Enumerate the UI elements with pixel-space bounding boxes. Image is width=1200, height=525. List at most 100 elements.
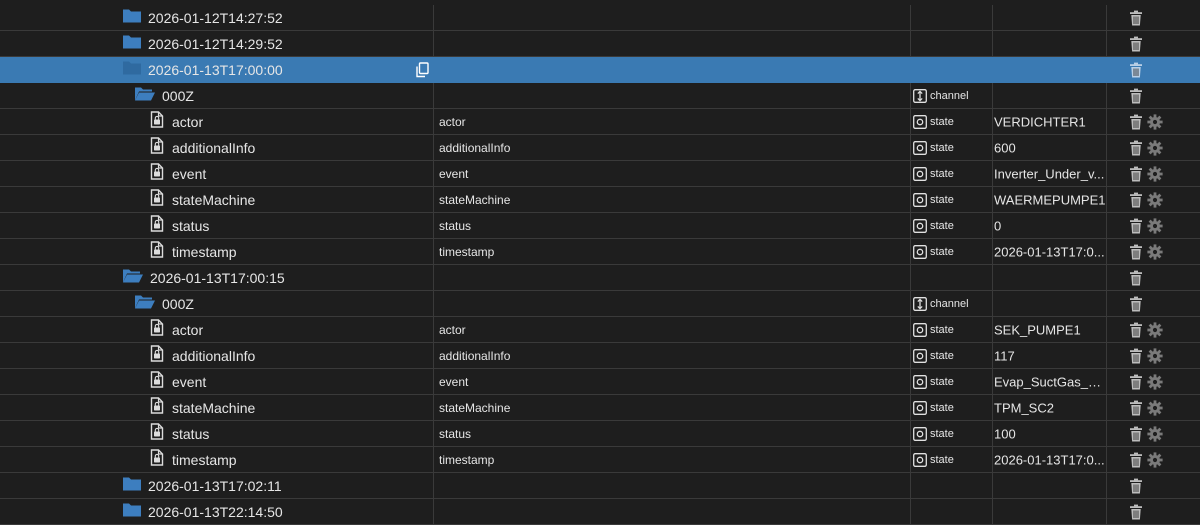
tree-row[interactable]: 2026-01-13T17:02:11 [0, 473, 1200, 499]
trash-icon[interactable] [1129, 400, 1143, 416]
actions-cell [1106, 265, 1200, 290]
name-cell: status [0, 213, 433, 238]
value-cell[interactable]: 0 [992, 213, 1106, 238]
gear-icon[interactable] [1147, 373, 1163, 390]
state-file-icon[interactable] [150, 136, 164, 159]
copy-icon[interactable] [415, 61, 429, 78]
folder-icon[interactable] [122, 7, 142, 28]
tree-row[interactable]: event event state Evap_SuctGas_T ... [0, 369, 1200, 395]
value-cell[interactable]: 2026-01-13T17:0... [992, 239, 1106, 264]
value-cell[interactable]: 2026-01-13T17:0... [992, 447, 1106, 472]
object-type: state [930, 141, 954, 154]
value-cell[interactable]: WAERMEPUMPE1 [992, 187, 1106, 212]
trash-icon[interactable] [1129, 244, 1143, 260]
gear-icon[interactable] [1147, 165, 1163, 182]
value-cell [992, 291, 1106, 316]
tree-row[interactable]: additionalInfo additionalInfo state 117 [0, 343, 1200, 369]
tree-row[interactable]: event event state Inverter_Under_v... [0, 161, 1200, 187]
trash-icon[interactable] [1129, 478, 1143, 494]
tree-row[interactable]: 2026-01-12T14:27:52 [0, 5, 1200, 31]
value-cell[interactable]: 100 [992, 421, 1106, 446]
trash-icon[interactable] [1129, 166, 1143, 182]
tree-row[interactable]: status status state 100 [0, 421, 1200, 447]
name-cell: 2026-01-13T17:00:00 [0, 57, 433, 82]
state-file-icon[interactable] [150, 318, 164, 341]
tree-row[interactable]: actor actor state VERDICHTER1 [0, 109, 1200, 135]
tree-row[interactable]: stateMachine stateMachine state WAERMEPUMPE… [0, 187, 1200, 213]
folder-open-icon[interactable] [134, 85, 156, 106]
value-cell[interactable]: 600 [992, 135, 1106, 160]
state-file-icon[interactable] [150, 448, 164, 471]
object-name: additionalInfo [172, 347, 256, 364]
value-cell[interactable]: SEK_PUMPE1 [992, 317, 1106, 342]
trash-icon[interactable] [1129, 10, 1143, 26]
trash-icon[interactable] [1129, 62, 1143, 78]
folder-icon[interactable] [122, 475, 142, 496]
value-cell[interactable]: 117 [992, 343, 1106, 368]
trash-icon[interactable] [1129, 192, 1143, 208]
state-file-icon[interactable] [150, 422, 164, 445]
state-file-icon[interactable] [150, 240, 164, 263]
object-name: 000Z [162, 295, 194, 312]
gear-icon[interactable] [1147, 191, 1163, 208]
actions-cell [1106, 109, 1200, 134]
state-file-icon[interactable] [150, 370, 164, 393]
value-cell[interactable]: Evap_SuctGas_T ... [992, 369, 1106, 394]
gear-icon[interactable] [1147, 139, 1163, 156]
trash-icon[interactable] [1129, 452, 1143, 468]
folder-open-icon[interactable] [134, 293, 156, 314]
tree-row[interactable]: status status state 0 [0, 213, 1200, 239]
tree-row[interactable]: 2026-01-13T17:00:15 [0, 265, 1200, 291]
tree-row[interactable]: timestamp timestamp state 2026-01-13T17:0..… [0, 447, 1200, 473]
state-file-icon[interactable] [150, 188, 164, 211]
trash-icon[interactable] [1129, 322, 1143, 338]
state-file-icon[interactable] [150, 162, 164, 185]
trash-icon[interactable] [1129, 114, 1143, 130]
trash-icon[interactable] [1129, 140, 1143, 156]
folder-icon[interactable] [122, 33, 142, 54]
trash-icon[interactable] [1129, 88, 1143, 104]
actions-cell [1106, 187, 1200, 212]
tree-row[interactable]: additionalInfo additionalInfo state 600 [0, 135, 1200, 161]
tree-row[interactable]: 000Z channel [0, 83, 1200, 109]
object-name: actor [172, 113, 204, 130]
folder-open-icon[interactable] [122, 267, 144, 288]
gear-icon[interactable] [1147, 217, 1163, 234]
trash-icon[interactable] [1129, 36, 1143, 52]
state-type-icon [913, 114, 927, 129]
state-file-icon[interactable] [150, 214, 164, 237]
tree-row[interactable]: 2026-01-13T22:14:50 [0, 499, 1200, 525]
folder-icon[interactable] [122, 59, 142, 80]
trash-icon[interactable] [1129, 296, 1143, 312]
gear-icon[interactable] [1147, 347, 1163, 364]
tree-row[interactable]: 2026-01-13T17:00:00 [0, 57, 1200, 83]
trash-icon[interactable] [1129, 348, 1143, 364]
state-file-icon[interactable] [150, 110, 164, 133]
tree-row[interactable]: stateMachine stateMachine state TPM_SC2 [0, 395, 1200, 421]
trash-icon[interactable] [1129, 374, 1143, 390]
gear-icon[interactable] [1147, 243, 1163, 260]
value-cell[interactable]: TPM_SC2 [992, 395, 1106, 420]
gear-icon[interactable] [1147, 425, 1163, 442]
trash-icon[interactable] [1129, 504, 1143, 520]
state-file-icon[interactable] [150, 344, 164, 367]
state-file-icon[interactable] [150, 396, 164, 419]
tree-row[interactable]: timestamp timestamp state 2026-01-13T17:0..… [0, 239, 1200, 265]
gear-icon[interactable] [1147, 321, 1163, 338]
tree-row[interactable]: 2026-01-12T14:29:52 [0, 31, 1200, 57]
actions-cell [1106, 421, 1200, 446]
gear-icon[interactable] [1147, 399, 1163, 416]
value-cell[interactable]: VERDICHTER1 [992, 109, 1106, 134]
type-cell [910, 265, 992, 290]
folder-icon[interactable] [122, 501, 142, 522]
gear-icon[interactable] [1147, 113, 1163, 130]
object-label: actor [439, 322, 466, 337]
trash-icon[interactable] [1129, 426, 1143, 442]
tree-row[interactable]: 000Z channel [0, 291, 1200, 317]
tree-row[interactable]: actor actor state SEK_PUMPE1 [0, 317, 1200, 343]
value-cell [992, 83, 1106, 108]
trash-icon[interactable] [1129, 270, 1143, 286]
gear-icon[interactable] [1147, 451, 1163, 468]
trash-icon[interactable] [1129, 218, 1143, 234]
value-cell[interactable]: Inverter_Under_v... [992, 161, 1106, 186]
